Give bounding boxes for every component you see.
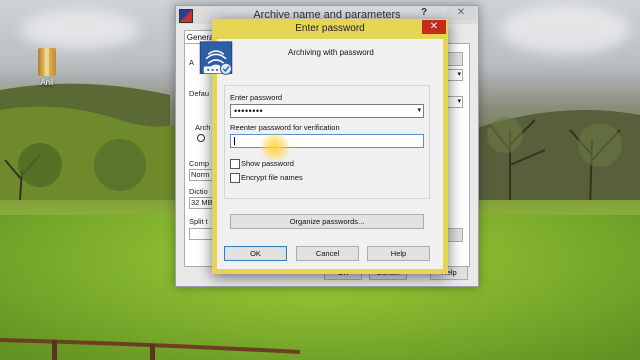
- cancel-button[interactable]: Cancel: [296, 246, 359, 261]
- show-password-label: Show password: [241, 159, 294, 168]
- dialog-subtitle: Archiving with password: [288, 48, 374, 57]
- chevron-down-icon: ▾: [457, 71, 461, 78]
- password-fingerprint-icon: [199, 41, 233, 75]
- split-volumes-label: Split t: [189, 217, 208, 226]
- archive-format-radio[interactable]: [197, 134, 205, 142]
- profile-combo[interactable]: ▾: [447, 96, 463, 108]
- archive-format-label: Arch: [195, 123, 211, 132]
- chevron-down-icon[interactable]: ▾: [417, 105, 421, 117]
- show-password-checkbox[interactable]: [230, 159, 240, 169]
- desktop-icon-anil[interactable]: Anil: [34, 48, 60, 87]
- dictionary-label: Dictio: [189, 187, 208, 196]
- reenter-password-label: Reenter password for verification: [230, 123, 340, 132]
- dialog-title: Enter password: [295, 23, 365, 34]
- compression-label: Comp: [189, 159, 210, 168]
- cloud: [20, 10, 140, 50]
- enter-password-input[interactable]: •••••••• ▾: [230, 104, 424, 118]
- archive-name-label: A: [189, 58, 195, 67]
- browse-button[interactable]: [447, 52, 463, 66]
- dialog-close-button[interactable]: ✕: [422, 20, 446, 34]
- set-password-button[interactable]: [447, 228, 463, 242]
- organize-passwords-button[interactable]: Organize passwords...: [230, 214, 424, 229]
- winrar-archive-icon: [38, 48, 56, 76]
- reenter-password-input[interactable]: [230, 134, 424, 148]
- dialog-titlebar[interactable]: Enter password ✕: [212, 19, 448, 39]
- parent-close-button[interactable]: ✕: [446, 6, 476, 20]
- password-masked-value: ••••••••: [234, 106, 264, 116]
- text-caret: [234, 137, 235, 145]
- dictionary-value: 32 MB: [191, 198, 213, 207]
- chevron-down-icon: ▾: [457, 98, 461, 105]
- help-button[interactable]: Help: [367, 246, 430, 261]
- update-mode-combo[interactable]: ▾: [447, 69, 463, 81]
- desktop-icon-label: Anil: [40, 78, 54, 87]
- default-profile-label: Defau: [189, 89, 210, 98]
- enter-password-label: Enter password: [230, 93, 283, 102]
- ok-button[interactable]: OK: [224, 246, 287, 261]
- cloud: [500, 5, 630, 55]
- encrypt-file-names-checkbox[interactable]: [230, 173, 240, 183]
- compression-value: Norm: [191, 170, 210, 179]
- fence: [0, 338, 300, 360]
- encrypt-file-names-label: Encrypt file names: [241, 173, 303, 182]
